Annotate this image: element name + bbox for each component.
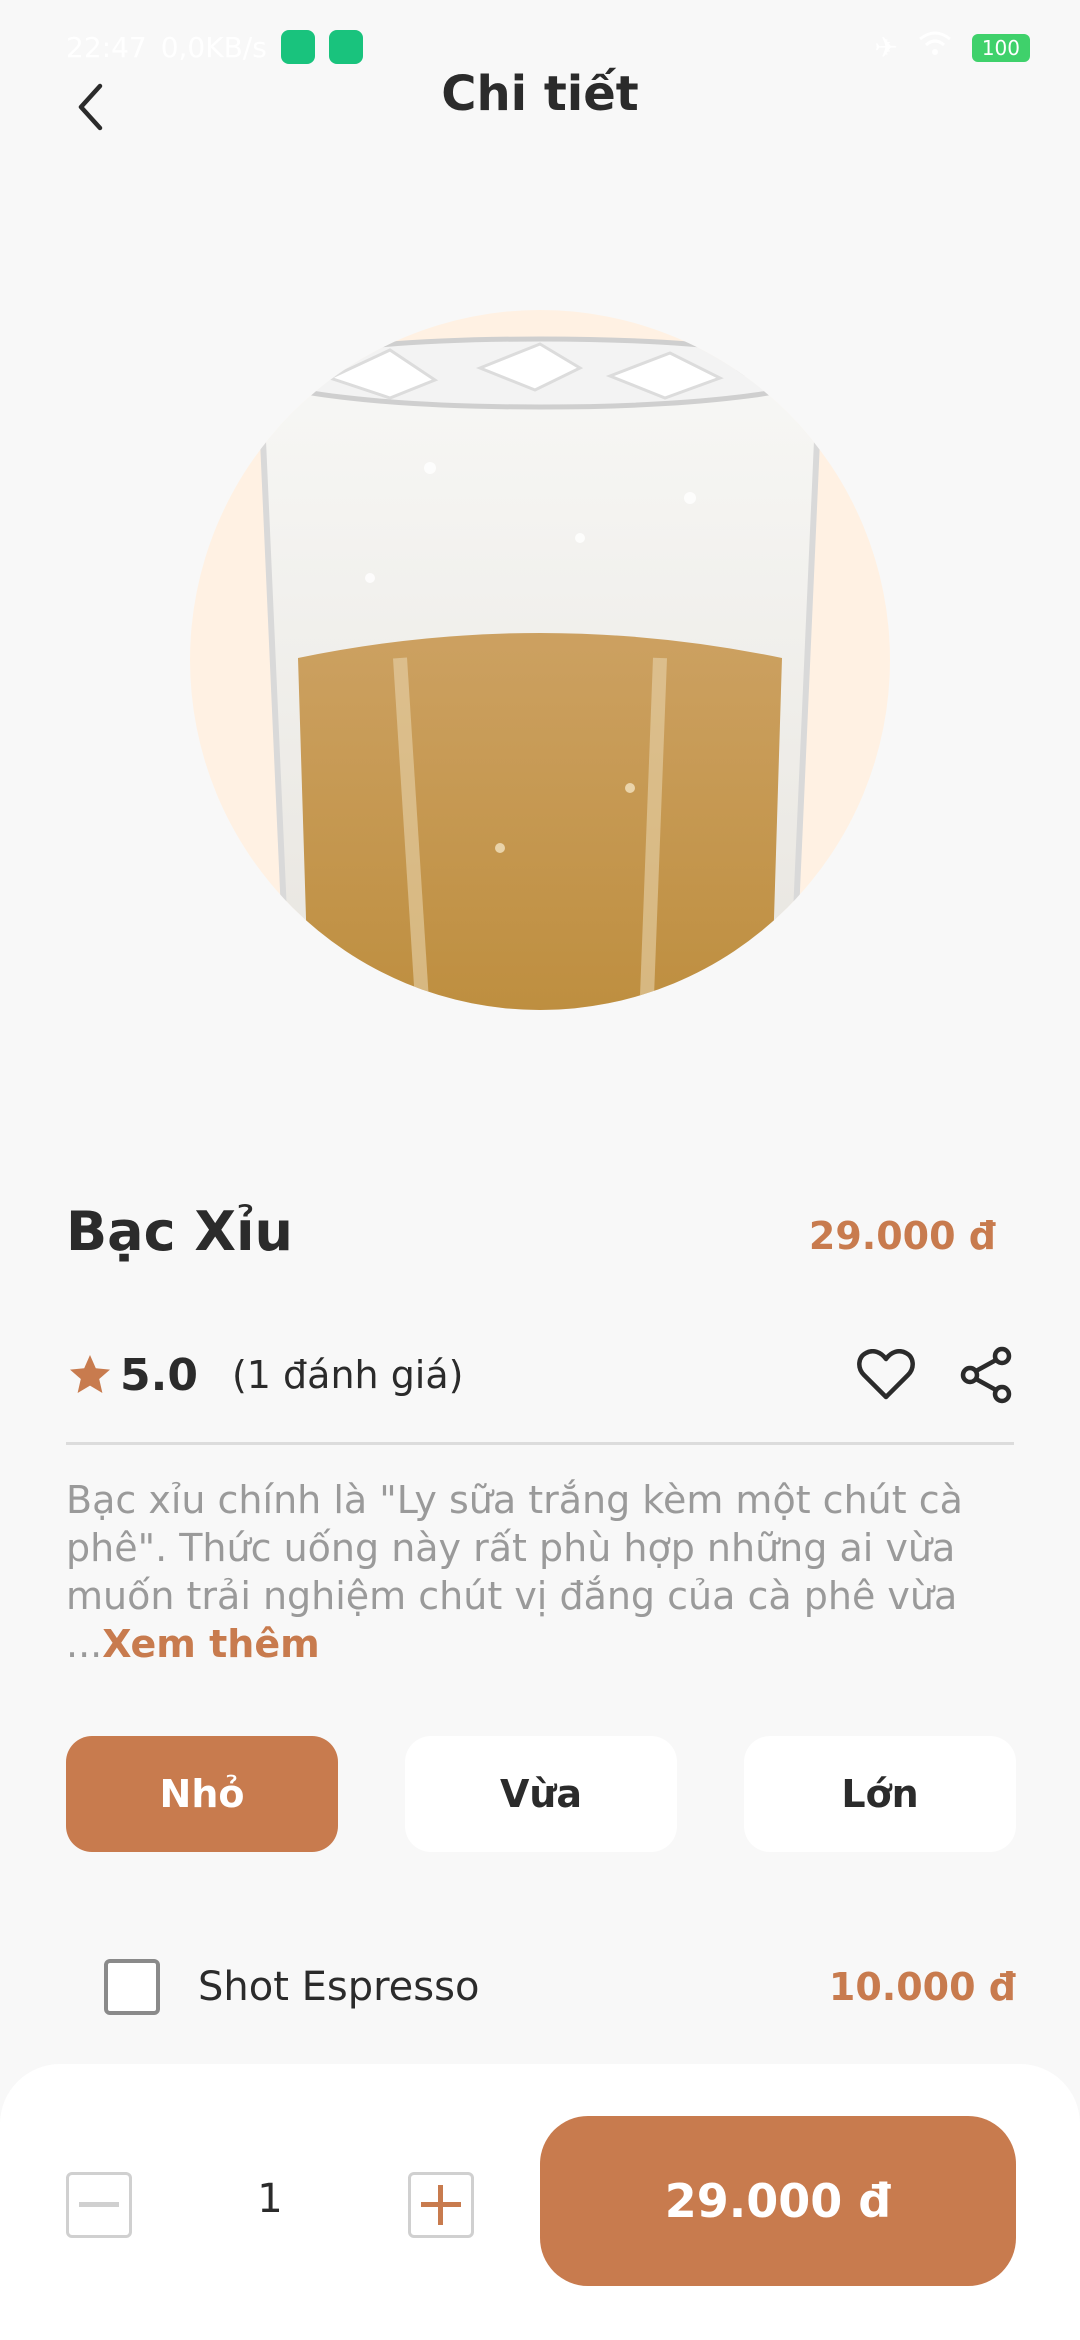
rating-row: 5.0 (1 đánh giá)	[66, 1340, 1016, 1410]
rating-value: 5.0	[120, 1349, 198, 1401]
decrease-quantity-button[interactable]	[66, 2172, 132, 2238]
hero-circle-background	[190, 310, 890, 1010]
add-to-cart-button[interactable]: 29.000 đ	[540, 2116, 1016, 2286]
extra-checkbox[interactable]	[104, 1959, 160, 2015]
extra-option-row[interactable]: Shot Espresso 10.000 đ	[104, 1952, 1016, 2022]
product-price: 29.000 đ	[808, 1214, 996, 1258]
minus-icon	[79, 2202, 119, 2207]
see-more-link[interactable]: Xem thêm	[102, 1622, 319, 1666]
star-icon	[70, 1355, 110, 1393]
increase-quantity-button[interactable]	[408, 2172, 474, 2238]
size-option-medium[interactable]: Vừa	[405, 1736, 677, 1852]
app-badge-icon	[280, 30, 315, 64]
status-time: 22:47	[66, 30, 147, 64]
heart-icon	[857, 1349, 915, 1400]
share-icon	[960, 1346, 1012, 1404]
iced-drink-glass-image	[255, 336, 825, 1010]
see-more-ellipsis: ...	[66, 1622, 103, 1666]
product-actions	[856, 1345, 1016, 1405]
favorite-button[interactable]	[856, 1345, 916, 1405]
plus-icon	[421, 2185, 461, 2225]
quantity-value: 1	[257, 2176, 283, 2222]
app-badge-icon	[328, 30, 363, 64]
header: Chi tiết	[0, 60, 1080, 160]
description-text: Bạc xỉu chính là "Ly sữa trắng kèm một c…	[66, 1478, 963, 1618]
product-name: Bạc Xỉu	[66, 1200, 293, 1263]
size-selector: Nhỏ Vừa Lớn	[66, 1736, 1016, 1852]
extra-price: 10.000 đ	[828, 1965, 1016, 2009]
rating-count[interactable]: (1 đánh giá)	[232, 1353, 464, 1397]
divider	[66, 1442, 1014, 1445]
product-image	[190, 310, 890, 1010]
bottom-bar: 1 29.000 đ	[0, 2064, 1080, 2340]
size-option-large[interactable]: Lớn	[744, 1736, 1016, 1852]
share-button[interactable]	[956, 1345, 1016, 1405]
size-option-small[interactable]: Nhỏ	[66, 1736, 338, 1852]
status-network: 0,0KB/s	[160, 30, 267, 64]
page-title: Chi tiết	[441, 66, 639, 122]
status-left: 22:47 0,0KB/s	[66, 30, 363, 64]
extra-name: Shot Espresso	[198, 1964, 480, 2010]
battery-icon: 100	[971, 33, 1030, 62]
product-description: Bạc xỉu chính là "Ly sữa trắng kèm một c…	[66, 1476, 1016, 1668]
